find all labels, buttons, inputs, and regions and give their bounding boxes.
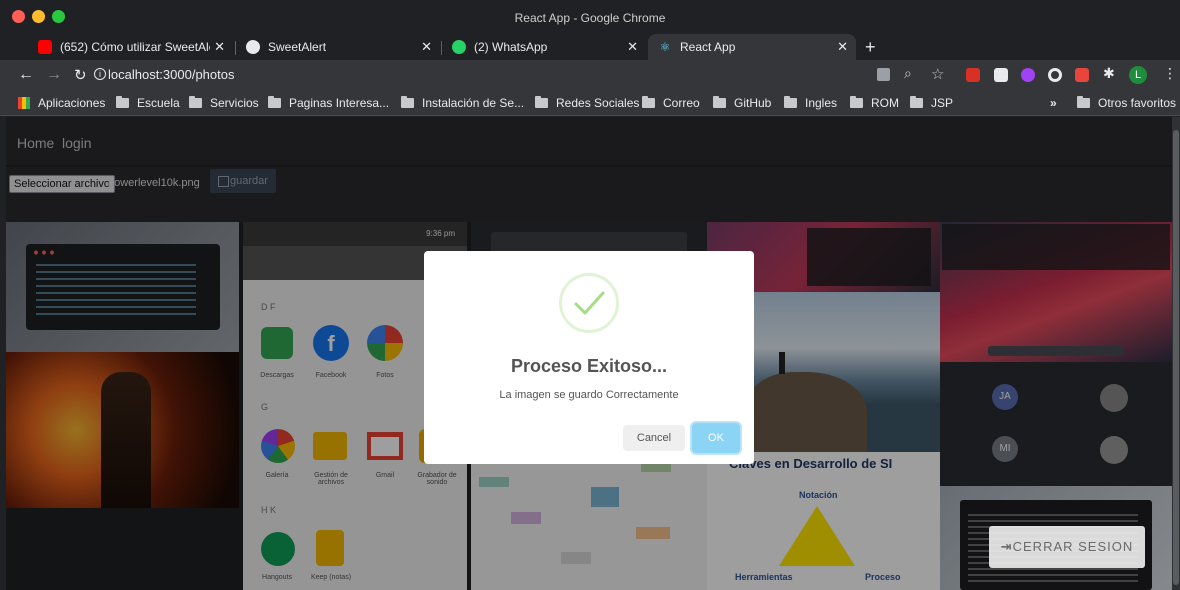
- bookmark-folder[interactable]: Ingles: [784, 96, 837, 110]
- checkmark-icon: [574, 291, 605, 315]
- page-scrollbar-thumb[interactable]: [1173, 130, 1179, 585]
- tab-whatsapp[interactable]: (2) WhatsApp ✕: [442, 34, 646, 60]
- zoom-icon[interactable]: ⌕: [904, 65, 912, 82]
- folder-icon: [189, 96, 202, 108]
- bookmarks-bar: Aplicaciones Escuela Servicios Paginas I…: [0, 90, 1180, 116]
- tab-strip: (652) Cómo utilizar SweetAler ✕ SweetAle…: [0, 34, 1180, 60]
- bookmarks-overflow-button[interactable]: »: [1050, 96, 1057, 110]
- youtube-icon: [38, 40, 52, 54]
- address-bar[interactable]: localhost:3000/photos: [108, 67, 234, 82]
- bookmark-folder[interactable]: GitHub: [713, 96, 771, 110]
- info-icon[interactable]: i: [94, 68, 106, 80]
- logout-icon: ⇥: [1000, 539, 1013, 554]
- tab-sweetalert[interactable]: SweetAlert ✕: [236, 34, 440, 60]
- modal-title: Proceso Exitoso...: [510, 356, 668, 376]
- profile-avatar[interactable]: L: [1129, 66, 1147, 84]
- bookmark-folder[interactable]: Correo: [642, 96, 700, 110]
- folder-icon: [642, 96, 655, 108]
- extension-purple-icon[interactable]: [1021, 68, 1035, 82]
- folder-icon: [268, 96, 281, 108]
- tab-label: React App: [680, 40, 736, 54]
- new-tab-button[interactable]: +: [865, 37, 876, 58]
- react-icon: ⚛: [659, 40, 671, 54]
- extension-opera-icon[interactable]: [1048, 68, 1062, 82]
- apps-grid-icon: [18, 97, 30, 109]
- menu-dots-icon[interactable]: ⋮: [1163, 65, 1177, 82]
- bookmark-folder[interactable]: Instalación de Se...: [401, 96, 524, 110]
- bookmark-star-icon[interactable]: ☆: [931, 65, 944, 83]
- modal-message: La imagen se guardo Correctamente: [499, 389, 679, 401]
- bookmark-folder[interactable]: Escuela: [116, 96, 180, 110]
- folder-icon: [784, 96, 797, 108]
- whatsapp-icon: [452, 40, 466, 54]
- folder-icon: [535, 96, 548, 108]
- folder-icon: [116, 96, 129, 108]
- forward-arrow-icon[interactable]: →: [46, 66, 62, 84]
- browser-toolbar: ← → ↻ i localhost:3000/photos ⌕ ☆ ✱ L ⋮: [0, 60, 1180, 90]
- folder-icon: [401, 96, 414, 108]
- github-icon: [246, 40, 260, 54]
- folder-icon: [713, 96, 726, 108]
- window-titlebar: React App - Google Chrome: [0, 0, 1180, 34]
- close-tab-icon[interactable]: ✕: [627, 39, 638, 55]
- close-tab-icon[interactable]: ✕: [837, 39, 848, 55]
- close-tab-icon[interactable]: ✕: [214, 39, 225, 55]
- extension-red-icon[interactable]: [1075, 68, 1089, 82]
- bookmark-folder[interactable]: ROM: [850, 96, 899, 110]
- tab-youtube[interactable]: (652) Cómo utilizar SweetAler ✕: [28, 34, 233, 60]
- ok-button[interactable]: OK: [692, 423, 740, 453]
- bookmark-folder[interactable]: Paginas Interesa...: [268, 96, 389, 110]
- logout-button[interactable]: ⇥CERRAR SESION: [989, 526, 1145, 568]
- adblock-icon[interactable]: [966, 68, 980, 82]
- bookmark-folder[interactable]: JSP: [910, 96, 953, 110]
- cancel-button[interactable]: Cancel: [623, 425, 685, 451]
- reload-icon[interactable]: ↻: [74, 66, 87, 84]
- extensions-puzzle-icon[interactable]: ✱: [1103, 65, 1115, 82]
- success-modal: Proceso Exitoso... La imagen se guardo C…: [424, 251, 754, 464]
- bookmark-folder[interactable]: Redes Sociales: [535, 96, 639, 110]
- tab-react-app[interactable]: ⚛ React App ✕: [648, 34, 856, 60]
- bookmark-apps[interactable]: Aplicaciones: [18, 96, 105, 110]
- folder-icon: [1077, 96, 1090, 108]
- window-title: React App - Google Chrome: [514, 11, 666, 25]
- tab-label: SweetAlert: [268, 40, 327, 54]
- tab-label: (652) Cómo utilizar SweetAler: [60, 40, 210, 54]
- folder-icon: [850, 96, 863, 108]
- folder-icon: [910, 96, 923, 108]
- back-arrow-icon[interactable]: ←: [18, 66, 34, 84]
- close-tab-icon[interactable]: ✕: [421, 39, 432, 55]
- translate-icon[interactable]: [877, 68, 890, 81]
- bookmark-other[interactable]: Otros favoritos: [1077, 96, 1176, 110]
- bookmark-folder[interactable]: Servicios: [189, 96, 259, 110]
- extension-cube-icon[interactable]: [994, 68, 1008, 82]
- success-check-icon: [559, 273, 619, 333]
- tab-label: (2) WhatsApp: [474, 40, 548, 54]
